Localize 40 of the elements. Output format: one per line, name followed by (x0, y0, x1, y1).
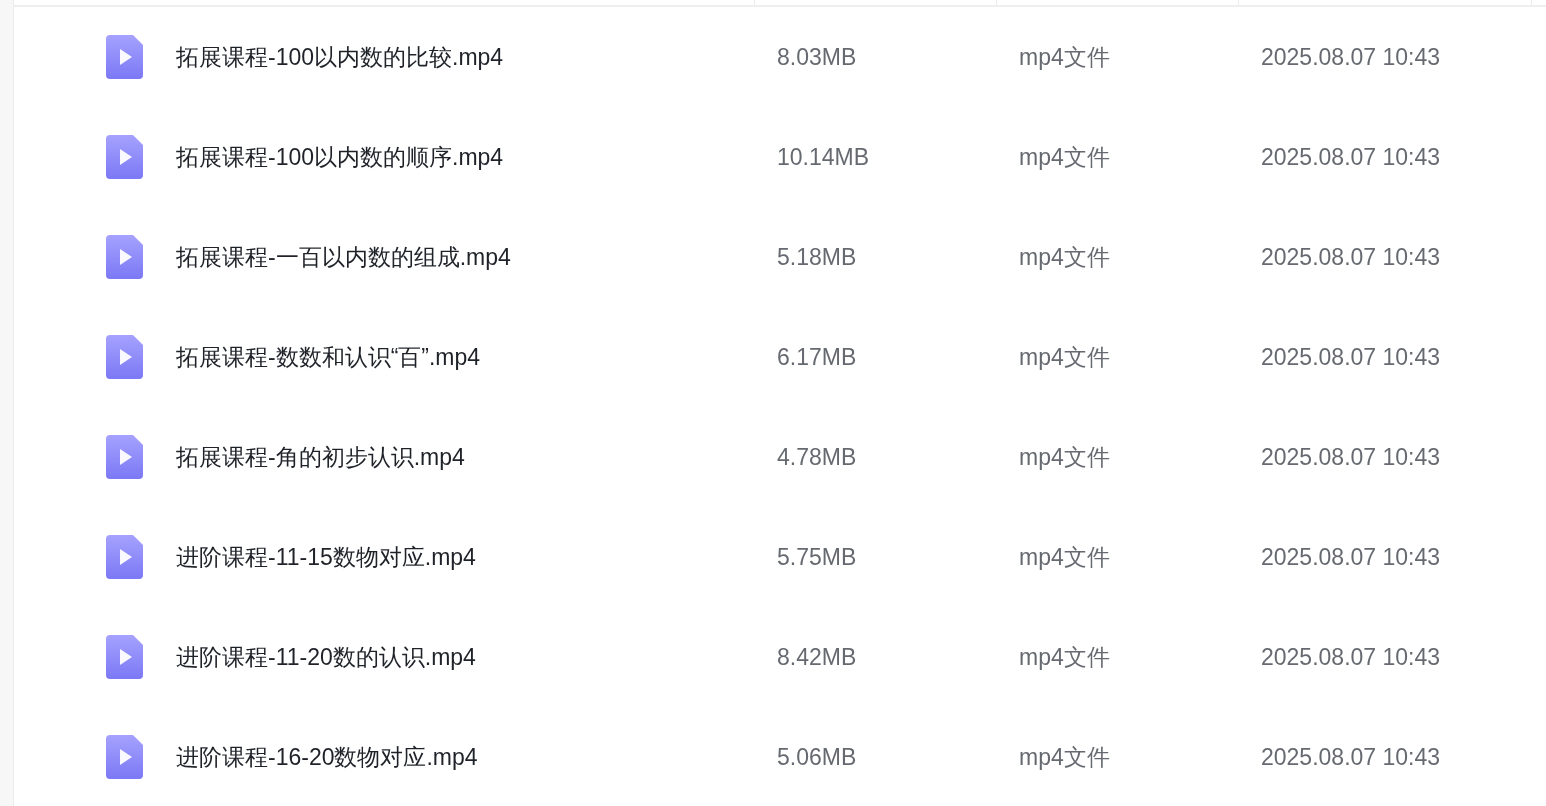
file-type: mp4文件 (1019, 343, 1110, 370)
file-size: 5.18MB (777, 243, 857, 270)
video-file-icon (106, 635, 143, 679)
video-file-icon (106, 135, 143, 179)
file-size: 4.78MB (777, 443, 857, 470)
file-name[interactable]: 拓展课程-100以内数的顺序.mp4 (176, 139, 504, 175)
file-size: 8.03MB (777, 43, 857, 70)
video-file-icon (106, 335, 143, 379)
modified-date: 2025.08.07 10:43 (1261, 643, 1441, 670)
file-name[interactable]: 拓展课程-角的初步认识.mp4 (176, 439, 465, 475)
file-name[interactable]: 进阶课程-11-20数的认识.mp4 (176, 639, 476, 675)
file-type: mp4文件 (1019, 143, 1110, 170)
video-file-icon (106, 535, 143, 579)
file-size: 5.75MB (777, 543, 857, 570)
file-size: 10.14MB (777, 143, 870, 170)
video-file-icon (106, 735, 143, 779)
file-type: mp4文件 (1019, 43, 1110, 70)
file-type: mp4文件 (1019, 243, 1110, 270)
modified-date: 2025.08.07 10:43 (1261, 343, 1441, 370)
video-file-icon (106, 435, 143, 479)
modified-date: 2025.08.07 10:43 (1261, 43, 1441, 70)
file-name[interactable]: 拓展课程-数数和认识“百”.mp4 (176, 339, 481, 375)
file-size: 8.42MB (777, 643, 857, 670)
file-name[interactable]: 进阶课程-16-20数物对应.mp4 (176, 739, 478, 775)
modified-date: 2025.08.07 10:43 (1261, 243, 1441, 270)
file-size: 6.17MB (777, 343, 857, 370)
file-type: mp4文件 (1019, 443, 1110, 470)
modified-date: 2025.08.07 10:43 (1261, 143, 1441, 170)
file-name[interactable]: 拓展课程-一百以内数的组成.mp4 (176, 239, 511, 275)
video-file-icon (106, 235, 143, 279)
file-type: mp4文件 (1019, 643, 1110, 670)
modified-date: 2025.08.07 10:43 (1261, 443, 1441, 470)
video-file-icon (106, 35, 143, 79)
modified-date: 2025.08.07 10:43 (1261, 743, 1441, 770)
file-name[interactable]: 进阶课程-11-15数物对应.mp4 (176, 539, 476, 575)
file-type: mp4文件 (1019, 543, 1110, 570)
file-type: mp4文件 (1019, 743, 1110, 770)
file-size: 5.06MB (777, 743, 857, 770)
file-name[interactable]: 拓展课程-100以内数的比较.mp4 (176, 39, 504, 75)
modified-date: 2025.08.07 10:43 (1261, 543, 1441, 570)
